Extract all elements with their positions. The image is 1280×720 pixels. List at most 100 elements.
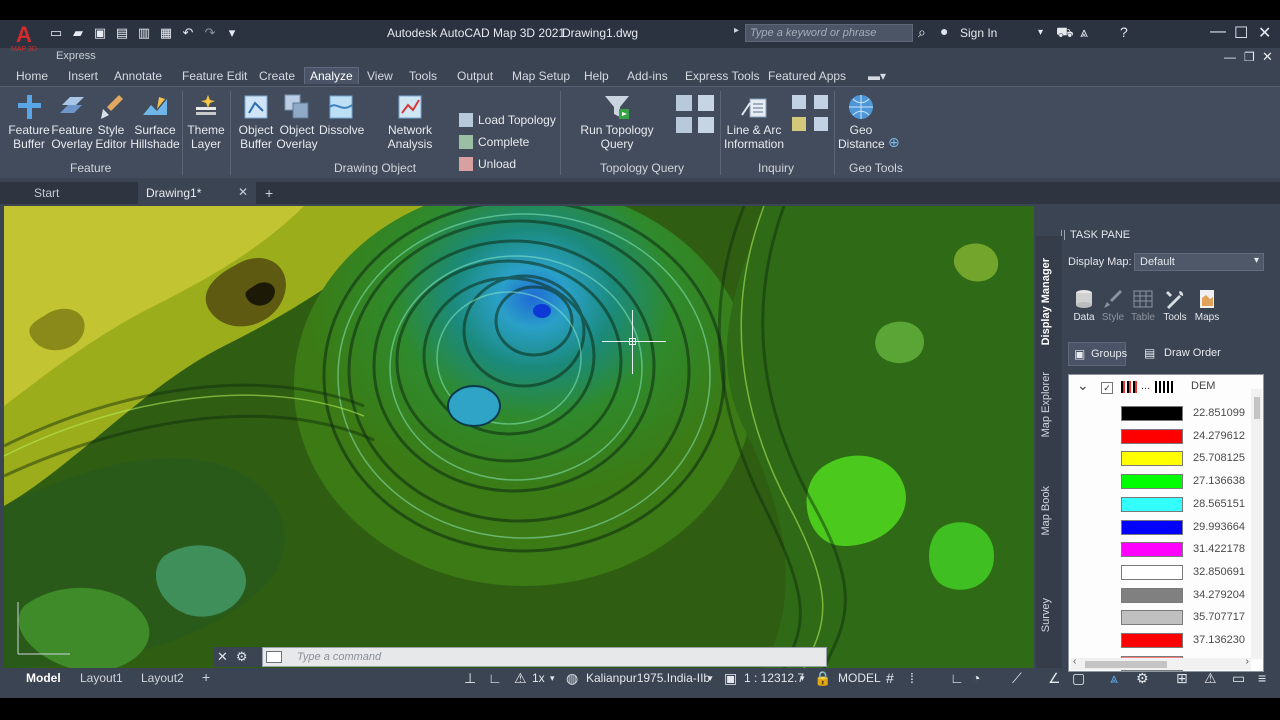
tab-layout2[interactable]: Layout2 (141, 671, 184, 685)
tab-drawing1[interactable]: Drawing1* ✕ (138, 182, 256, 204)
tools-button[interactable]: Tools (1157, 288, 1193, 323)
tab-view[interactable]: View (367, 69, 393, 83)
complete-button[interactable]: Complete (459, 135, 529, 149)
snap-mode-icon[interactable]: ⁞ (910, 670, 914, 686)
object-buffer-button[interactable]: Object Buffer (236, 93, 276, 151)
coord-dropdown-icon[interactable]: ▾ (708, 673, 713, 684)
feature-buffer-button[interactable]: Feature Buffer (8, 93, 50, 151)
signin-dropdown-icon[interactable]: ▾ (1038, 27, 1043, 38)
customize-command-icon[interactable]: ⚙ (236, 649, 248, 665)
legend-row[interactable]: 37.136230 (1121, 632, 1261, 649)
clean-screen-icon[interactable]: ▭ (1232, 670, 1245, 687)
command-input[interactable]: Type a command (262, 647, 827, 667)
legend-row[interactable]: 31.422178 (1121, 541, 1261, 558)
load-topology-button[interactable]: Load Topology (459, 113, 556, 127)
grid-snap-icon[interactable]: ⊥ (464, 670, 476, 687)
warning-icon[interactable]: ⚠ (1204, 670, 1217, 687)
tab-insert[interactable]: Insert (68, 69, 98, 83)
doc-close-icon[interactable]: ✕ (1262, 49, 1273, 65)
theme-layer-button[interactable]: Theme Layer (184, 93, 228, 151)
tab-feature-edit[interactable]: Feature Edit (182, 69, 247, 83)
ribbon-minimize-icon[interactable]: ▬▾ (868, 69, 886, 83)
groups-tab[interactable]: ▣ Groups (1068, 342, 1127, 366)
polar-tracking-icon[interactable]: ◔ (972, 670, 980, 686)
style-editor-button[interactable]: Style Editor (93, 93, 129, 151)
new-tab-icon[interactable]: + (265, 185, 273, 201)
new-icon[interactable]: ▭ (48, 24, 64, 42)
save-icon[interactable]: ▣ (92, 24, 108, 42)
tab-map-setup[interactable]: Map Setup (512, 69, 570, 83)
tab-annotate[interactable]: Annotate (114, 69, 162, 83)
search-icon[interactable]: ⌕ (918, 24, 926, 41)
tab-start[interactable]: Start (4, 182, 138, 204)
customize-qat-icon[interactable]: ▾ (224, 24, 240, 42)
dynamic-input-icon[interactable]: ∟ (488, 670, 502, 686)
coordinate-system[interactable]: Kalianpur1975.India-IIb (586, 671, 710, 685)
search-expand-icon[interactable]: ▸ (734, 25, 739, 36)
object-overlay-button[interactable]: Object Overlay (276, 93, 318, 151)
sign-in-button[interactable]: Sign In (960, 26, 997, 40)
cart-icon[interactable]: ⛟ (1056, 24, 1074, 43)
drawing-canvas[interactable] (4, 206, 1034, 668)
topology-tool-icon-3[interactable] (676, 117, 692, 133)
legend-row[interactable]: 22.851099 (1121, 405, 1261, 422)
inquiry-tool-icon-2[interactable] (814, 95, 828, 109)
tab-map-explorer[interactable]: Map Explorer (1040, 372, 1052, 437)
topology-tool-icon-4[interactable] (698, 117, 714, 133)
inquiry-tool-icon-3[interactable] (792, 117, 806, 131)
units-icon[interactable]: ⊞ (1176, 670, 1188, 687)
command-history-icon[interactable] (266, 651, 282, 663)
annotation-icon[interactable]: ⚠ (514, 670, 527, 687)
tab-survey[interactable]: Survey (1040, 598, 1052, 632)
tab-layout1[interactable]: Layout1 (80, 671, 123, 685)
topology-tool-icon-2[interactable] (698, 95, 714, 111)
print-icon[interactable]: ▦ (158, 24, 174, 42)
scroll-right-icon[interactable]: › (1246, 656, 1249, 667)
publish-icon[interactable]: ▥ (136, 24, 152, 42)
save-as-icon[interactable]: ▤ (114, 24, 130, 42)
scale-factor-dropdown-icon[interactable]: ▾ (550, 673, 555, 684)
legend-row[interactable]: 27.136638 (1121, 473, 1261, 490)
draw-order-tab[interactable]: ▤ Draw Order (1142, 346, 1221, 360)
scale-dropdown-icon[interactable]: ▾ (800, 673, 805, 684)
unload-button[interactable]: Unload (459, 157, 516, 171)
scale-factor[interactable]: 1x (532, 671, 545, 685)
legend-row[interactable]: 34.279204 (1121, 587, 1261, 604)
network-analysis-button[interactable]: Network Analysis (365, 93, 455, 151)
topology-tool-icon-1[interactable] (676, 95, 692, 111)
grid-icon[interactable]: # (886, 670, 894, 686)
tab-map-book[interactable]: Map Book (1040, 486, 1052, 536)
legend-row[interactable]: 24.279612 (1121, 428, 1261, 445)
undo-icon[interactable]: ↶ (180, 24, 196, 42)
annotation-visibility-icon[interactable]: ⩓ (1110, 670, 1118, 687)
doc-restore-icon[interactable]: ❐ (1244, 50, 1255, 64)
legend-row[interactable]: 35.707717 (1121, 609, 1261, 626)
isodraft-icon[interactable]: ⟋ (1012, 670, 1022, 687)
layer-name[interactable]: DEM (1191, 380, 1215, 392)
dissolve-button[interactable]: Dissolve (319, 93, 364, 137)
workspace-gear-icon[interactable]: ⚙ (1136, 670, 1149, 687)
legend-vertical-scrollbar[interactable] (1251, 389, 1262, 659)
help-icon[interactable]: ? (1120, 24, 1128, 40)
legend-row[interactable]: 28.565151 (1121, 496, 1261, 513)
doc-minimize-icon[interactable]: — (1224, 50, 1236, 64)
table-button[interactable]: Table (1125, 288, 1161, 323)
open-icon[interactable]: ▰ (70, 24, 86, 42)
inquiry-tool-icon-1[interactable] (792, 95, 806, 109)
geo-distance-button[interactable]: Geo Distance (838, 93, 885, 151)
collapse-layer-icon[interactable]: ⌄ (1077, 377, 1089, 394)
surface-hillshade-button[interactable]: Surface Hillshade (130, 93, 180, 151)
maximize-icon[interactable]: ☐ (1234, 23, 1248, 43)
close-icon[interactable]: ✕ (1258, 23, 1271, 43)
layer-visibility-checkbox[interactable]: ✓ (1101, 382, 1113, 394)
lock-icon[interactable]: 🔒 (814, 670, 831, 687)
tab-model[interactable]: Model (26, 671, 61, 685)
tab-create[interactable]: Create (259, 69, 295, 83)
tab-featured-apps[interactable]: Featured Apps (768, 69, 846, 83)
legend-row[interactable]: 32.850691 (1121, 564, 1261, 581)
close-tab-icon[interactable]: ✕ (238, 185, 248, 199)
tab-display-manager[interactable]: Display Manager (1040, 258, 1052, 345)
legend-row[interactable]: 25.708125 (1121, 450, 1261, 467)
geo-lookup-icon[interactable]: ⊕ (888, 135, 900, 149)
tab-add-ins[interactable]: Add-ins (627, 69, 668, 83)
